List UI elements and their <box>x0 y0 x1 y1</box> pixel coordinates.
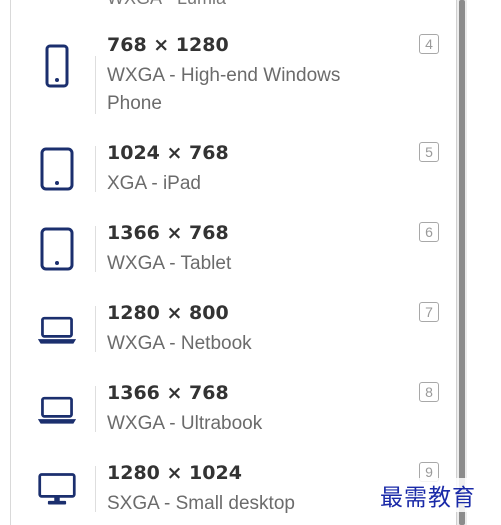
list-item-1024x768[interactable]: 1024 × 768 XGA - iPad 5 <box>11 142 457 202</box>
clipped-list-item: WXGA · Lumia <box>107 0 226 9</box>
list-item-1366x768-ultrabook[interactable]: 1366 × 768 WXGA - Ultrabook 8 <box>11 382 457 442</box>
right-margin <box>467 0 501 525</box>
tablet-icon <box>37 145 77 193</box>
list-item-1366x768-tablet[interactable]: 1366 × 768 WXGA - Tablet 6 <box>11 222 457 282</box>
item-divider <box>95 306 96 352</box>
resolution-label: 1280 × 800 <box>107 302 229 324</box>
resolution-list: WXGA · Lumia 768 × 1280 WXGA - High-end … <box>10 0 457 525</box>
item-divider <box>95 56 96 114</box>
list-item-768x1280[interactable]: 768 × 1280 WXGA - High-end Windows Phone… <box>11 34 457 118</box>
item-divider <box>95 386 96 432</box>
vertical-scrollbar[interactable] <box>456 0 467 525</box>
resolution-label: 1366 × 768 <box>107 222 229 244</box>
shortcut-number: 4 <box>419 34 439 54</box>
device-description: WXGA - Netbook <box>107 333 252 354</box>
phone-icon <box>37 42 77 90</box>
resolution-label: 1024 × 768 <box>107 142 229 164</box>
resolution-label: 1280 × 1024 <box>107 462 242 484</box>
device-description: WXGA - High-end Windows Phone <box>107 65 341 114</box>
device-description: XGA - iPad <box>107 173 201 194</box>
resolution-label: 768 × 1280 <box>107 34 229 56</box>
item-divider <box>95 146 96 192</box>
shortcut-number: 5 <box>419 142 439 162</box>
device-description: WXGA - Ultrabook <box>107 413 263 434</box>
scrollbar-thumb[interactable] <box>459 0 465 525</box>
device-description: SXGA - Small desktop <box>107 493 295 514</box>
watermark-logo: 最需教育 <box>380 478 476 512</box>
item-divider <box>95 226 96 272</box>
laptop-icon <box>37 306 77 354</box>
shortcut-number: 8 <box>419 382 439 402</box>
resolution-label: 1366 × 768 <box>107 382 229 404</box>
list-item-1280x800[interactable]: 1280 × 800 WXGA - Netbook 7 <box>11 302 457 362</box>
monitor-icon <box>37 466 77 514</box>
shortcut-number: 7 <box>419 302 439 322</box>
shortcut-number: 6 <box>419 222 439 242</box>
device-description: WXGA - Tablet <box>107 253 232 274</box>
tablet-icon <box>37 225 77 273</box>
item-divider <box>95 466 96 512</box>
laptop-icon <box>37 386 77 434</box>
